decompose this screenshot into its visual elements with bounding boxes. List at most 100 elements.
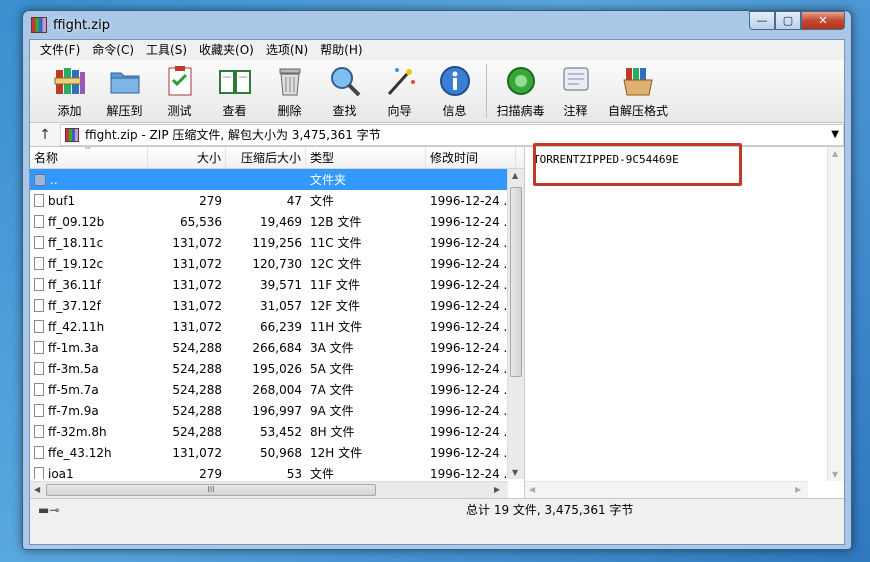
wizard-button[interactable]: 向导 bbox=[372, 60, 427, 119]
test-button[interactable]: 测试 bbox=[152, 60, 207, 119]
comment-button[interactable]: 注释 bbox=[548, 60, 603, 119]
cell-packed: 195,026 bbox=[252, 361, 302, 376]
menu-favorites[interactable]: 收藏夹(O) bbox=[193, 41, 260, 59]
cell-size: 524,288 bbox=[172, 424, 222, 439]
cell-modified: 1996-12-24 ... bbox=[430, 361, 515, 376]
file-list-horizontal-scrollbar[interactable]: ◀ III ▶ bbox=[30, 481, 508, 498]
magnifier-icon bbox=[326, 62, 364, 100]
maximize-button[interactable]: ▢ bbox=[775, 11, 801, 30]
scroll-left-icon[interactable]: ◀ bbox=[34, 485, 40, 494]
delete-label: 删除 bbox=[277, 104, 302, 118]
table-row[interactable]: ffe_43.12h 131,072 50,968 12H 文件 1996-12-24 … bbox=[30, 442, 524, 463]
cell-name: ff-32m.8h bbox=[30, 424, 148, 439]
table-row[interactable]: ff-3m.5a 524,288 195,026 5A 文件 1996-12-24 ..… bbox=[30, 358, 524, 379]
parent-folder-row[interactable]: .. 文件夹 bbox=[30, 169, 524, 190]
minimize-button[interactable]: — bbox=[749, 11, 775, 30]
table-row[interactable]: ff_42.11h 131,072 66,239 11H 文件 1996-12-24 .… bbox=[30, 316, 524, 337]
cell-type: 8H 文件 bbox=[310, 425, 355, 439]
sfx-button[interactable]: 自解压格式 bbox=[603, 60, 673, 119]
comment-vertical-scrollbar[interactable]: ▲ ▼ bbox=[827, 147, 844, 481]
comment-pane: TORRENTZIPPED-9C54469E ▲ ▼ ◀ ▶ bbox=[525, 143, 844, 498]
extract-to-button[interactable]: 解压到 bbox=[97, 60, 152, 119]
cell-size: 279 bbox=[199, 193, 222, 208]
cell-packed: 47 bbox=[286, 193, 302, 208]
zip-archive-icon bbox=[65, 127, 79, 142]
file-icon bbox=[34, 340, 44, 354]
cell-size: 131,072 bbox=[172, 235, 222, 250]
window-title: ffight.zip bbox=[53, 17, 110, 33]
horizontal-scroll-thumb[interactable]: III bbox=[46, 484, 376, 496]
cell-type: 12B 文件 bbox=[310, 215, 362, 229]
test-label: 测试 bbox=[167, 104, 192, 118]
view-button[interactable]: 查看 bbox=[207, 60, 262, 119]
column-header-type[interactable]: 类型 bbox=[306, 147, 426, 168]
add-button[interactable]: 添加 bbox=[42, 60, 97, 119]
cell-type: 9A 文件 bbox=[310, 404, 354, 418]
cell-size: 131,072 bbox=[172, 319, 222, 334]
table-row[interactable]: ff_09.12b 65,536 19,469 12B 文件 1996-12-24 ..… bbox=[30, 211, 524, 232]
archive-comment: TORRENTZIPPED-9C54469E bbox=[533, 143, 742, 186]
cell-modified: 1996-12-24 ... bbox=[430, 424, 515, 439]
column-header-modified[interactable]: 修改时间 bbox=[426, 147, 516, 168]
cell-size: 131,072 bbox=[172, 298, 222, 313]
magic-wand-icon bbox=[381, 62, 419, 100]
status-bar: ▬⊸ 总计 19 文件, 3,475,361 字节 bbox=[30, 498, 844, 520]
comment-scroll-right-icon[interactable]: ▶ bbox=[795, 485, 801, 494]
cell-name: ff-5m.7a bbox=[30, 382, 148, 397]
cell-name: ioa1 bbox=[30, 466, 148, 479]
column-header-packed[interactable]: 压缩后大小 bbox=[226, 147, 306, 168]
open-book-icon bbox=[216, 62, 254, 100]
find-label: 查找 bbox=[332, 104, 357, 118]
content-area: 名称 ^ 大小 压缩后大小 类型 修改时间 .. 文件夹 buf1 279 47 文件 199… bbox=[30, 143, 844, 498]
table-row[interactable]: ff_36.11f 131,072 39,571 11F 文件 1996-12-24 .… bbox=[30, 274, 524, 295]
menu-options[interactable]: 选项(N) bbox=[260, 41, 314, 59]
menu-help[interactable]: 帮助(H) bbox=[314, 41, 368, 59]
scroll-up-icon[interactable]: ▲ bbox=[512, 171, 518, 180]
up-arrow-icon[interactable]: ↑ bbox=[30, 127, 60, 143]
column-header-name[interactable]: 名称 ^ bbox=[30, 147, 148, 168]
vertical-scroll-thumb[interactable] bbox=[510, 187, 522, 377]
file-icon bbox=[34, 361, 44, 375]
table-row[interactable]: ff-7m.9a 524,288 196,997 9A 文件 1996-12-24 ..… bbox=[30, 400, 524, 421]
table-row[interactable]: ff_37.12f 131,072 31,057 12F 文件 1996-12-24 .… bbox=[30, 295, 524, 316]
menu-tools[interactable]: 工具(S) bbox=[140, 41, 193, 59]
table-row[interactable]: ff-1m.3a 524,288 266,684 3A 文件 1996-12-24 ..… bbox=[30, 337, 524, 358]
comment-scroll-up-icon[interactable]: ▲ bbox=[832, 149, 838, 158]
cell-type: 文件 bbox=[310, 194, 335, 208]
menu-commands[interactable]: 命令(C) bbox=[86, 41, 140, 59]
comment-scroll-left-icon[interactable]: ◀ bbox=[529, 485, 535, 494]
column-header-size[interactable]: 大小 bbox=[148, 147, 226, 168]
file-list-vertical-scrollbar[interactable]: ▲ ▼ bbox=[507, 169, 524, 479]
cell-name: buf1 bbox=[30, 193, 148, 208]
table-row[interactable]: ff_18.11c 131,072 119,256 11C 文件 1996-12-24 … bbox=[30, 232, 524, 253]
table-row[interactable]: ff_19.12c 131,072 120,730 12C 文件 1996-12-24 … bbox=[30, 253, 524, 274]
scroll-right-icon[interactable]: ▶ bbox=[494, 485, 500, 494]
close-button[interactable]: ✕ bbox=[801, 11, 845, 30]
file-icon bbox=[34, 193, 44, 207]
status-summary: 总计 19 文件, 3,475,361 字节 bbox=[466, 503, 634, 517]
dropdown-arrow-icon[interactable]: ▼ bbox=[831, 129, 839, 140]
virus-scan-button[interactable]: 扫描病毒 bbox=[493, 60, 548, 119]
cell-size: 524,288 bbox=[172, 361, 222, 376]
table-row[interactable]: ff-32m.8h 524,288 53,452 8H 文件 1996-12-24 ..… bbox=[30, 421, 524, 442]
table-row[interactable]: buf1 279 47 文件 1996-12-24 ... bbox=[30, 190, 524, 211]
cell-packed: 19,469 bbox=[260, 214, 302, 229]
info-button[interactable]: 信息 bbox=[427, 60, 482, 119]
comment-scroll-down-icon[interactable]: ▼ bbox=[832, 470, 838, 479]
table-row[interactable]: ioa1 279 53 文件 1996-12-24 ... bbox=[30, 463, 524, 479]
cell-name: ff_42.11h bbox=[30, 319, 148, 334]
find-button[interactable]: 查找 bbox=[317, 60, 372, 119]
winrar-app-icon bbox=[31, 17, 47, 33]
drive-key-icon[interactable]: ▬⊸ bbox=[30, 503, 70, 517]
file-icon bbox=[34, 466, 44, 479]
cell-type: 5A 文件 bbox=[310, 362, 354, 376]
title-bar[interactable]: ffight.zip — ▢ ✕ bbox=[29, 11, 845, 39]
menu-file[interactable]: 文件(F) bbox=[34, 41, 86, 59]
table-row[interactable]: ff-5m.7a 524,288 268,004 7A 文件 1996-12-24 ..… bbox=[30, 379, 524, 400]
scroll-down-icon[interactable]: ▼ bbox=[512, 468, 518, 477]
comment-horizontal-scrollbar[interactable]: ◀ ▶ bbox=[525, 481, 808, 498]
cell-modified: 1996-12-24 ... bbox=[430, 382, 515, 397]
cell-modified: 1996-12-24 ... bbox=[430, 256, 515, 271]
add-label: 添加 bbox=[57, 104, 82, 118]
delete-button[interactable]: 删除 bbox=[262, 60, 317, 119]
